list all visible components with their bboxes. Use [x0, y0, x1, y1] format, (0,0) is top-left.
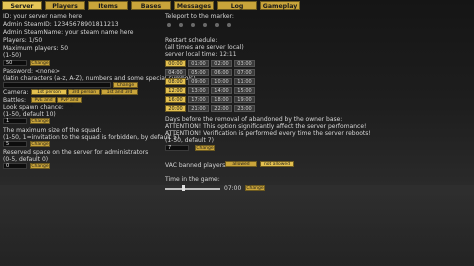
reserve-range: (0-5, default 0) [3, 156, 49, 163]
tab-log[interactable]: Log [217, 1, 257, 10]
admin-steamname: Admin SteamName: your steam name here [3, 29, 134, 36]
game-time-slider[interactable] [165, 188, 220, 190]
squad-label: The maximum size of the squad: [3, 127, 102, 134]
players-count: Players: 1/50 [3, 37, 43, 44]
battles-opt-pve[interactable]: PvE and PvE [31, 97, 56, 109]
restart-time-button[interactable]: 18:00 [211, 96, 232, 103]
restart-time-button[interactable]: 01:00 [188, 60, 209, 67]
teleport-marker-dot[interactable] [203, 23, 207, 27]
vac-not-allowed-button[interactable]: not allowed [260, 161, 294, 167]
game-time-change-button[interactable]: Change [245, 185, 265, 191]
restart-time-button[interactable]: 23:00 [234, 105, 255, 112]
tab-bar: Server Players Items Bases Messages Log … [2, 1, 300, 10]
restart-time-button[interactable]: 10:00 [211, 78, 232, 85]
restart-time-button[interactable]: 16:00 [165, 96, 186, 103]
restart-time-button[interactable]: 22:00 [211, 105, 232, 112]
tab-server[interactable]: Server [2, 1, 42, 10]
restart-time-button[interactable]: 14:00 [211, 87, 232, 94]
game-time-value: 07:00 [224, 185, 242, 192]
restart-time-button[interactable]: 11:00 [234, 78, 255, 85]
teleport-marker-dot[interactable] [179, 23, 183, 27]
spawn-change-button[interactable]: Change [30, 118, 50, 124]
teleport-marker-dot[interactable] [191, 23, 195, 27]
reserve-change-button[interactable]: Change [30, 163, 50, 169]
days-label: Days before the removal of abandoned by … [165, 116, 343, 123]
camera-opt-first[interactable]: 1st person only [31, 89, 67, 101]
teleport-label: Teleport to the marker: [165, 13, 234, 20]
spawn-label: Look spawn chance: [3, 104, 64, 111]
restart-time-button[interactable]: 08:00 [165, 78, 186, 85]
teleport-marker-dot[interactable] [227, 23, 231, 27]
max-players-label: Maximum players: 50 [3, 45, 69, 52]
restart-time-button[interactable]: 21:00 [188, 105, 209, 112]
reserve-field[interactable]: 0 [3, 163, 27, 169]
vac-allowed-button[interactable]: allowed [225, 161, 257, 167]
teleport-marker-dot[interactable] [215, 23, 219, 27]
restart-time-button[interactable]: 05:00 [188, 69, 209, 76]
admin-steamid: Admin SteamID: 12345678901811213 [3, 21, 119, 28]
restart-time-button[interactable]: 06:00 [211, 69, 232, 76]
game-time-label: Time in the game: [165, 176, 220, 183]
squad-note: (1-50, 1=invitation to the squad is forb… [3, 134, 180, 141]
battles-opt-pvp[interactable]: PvP and PvE [57, 97, 82, 109]
server-local-time: server local time: 12:11 [165, 51, 237, 58]
restart-time-button[interactable]: 02:00 [211, 60, 232, 67]
game-time-slider-knob[interactable] [181, 185, 185, 191]
camera-label: Camera: [3, 89, 29, 96]
squad-change-button[interactable]: Change [30, 141, 50, 147]
spawn-range: (1-50, default 10) [3, 111, 56, 118]
restart-time-button[interactable]: 19:00 [234, 96, 255, 103]
restart-time-button[interactable]: 12:00 [165, 87, 186, 94]
tab-items[interactable]: Items [88, 1, 128, 10]
camera-opt-third[interactable]: 3rd person only [68, 89, 100, 101]
attention-1: ATTENTION! This option significantly aff… [165, 123, 367, 130]
password-label: Password: <none> [3, 68, 60, 75]
max-players-change-button[interactable]: Change [30, 60, 50, 66]
days-field[interactable]: 7 [165, 145, 189, 151]
squad-field[interactable]: 5 [3, 141, 27, 147]
days-range: (1-50, default 7) [165, 137, 214, 144]
restart-time-button[interactable]: 20:00 [165, 105, 186, 112]
teleport-marker-dot[interactable] [167, 23, 171, 27]
server-id-line: ID: your server name here [3, 13, 83, 20]
restart-note: (all times are server local) [165, 44, 244, 51]
spawn-field[interactable]: 1 [3, 118, 27, 124]
camera-opt-both[interactable]: 1st and 3rd person [101, 89, 138, 101]
vac-label: VAC banned players: [165, 162, 228, 169]
tab-bases[interactable]: Bases [131, 1, 171, 10]
restart-time-button[interactable]: 03:00 [234, 60, 255, 67]
restart-time-button[interactable]: 04:00 [165, 69, 186, 76]
max-players-range: (1-50) [3, 52, 22, 59]
max-players-field[interactable]: 50 [3, 60, 27, 66]
restart-time-button[interactable]: 13:00 [188, 87, 209, 94]
tab-players[interactable]: Players [45, 1, 85, 10]
restart-label: Restart schedule: [165, 37, 218, 44]
restart-time-button[interactable]: 17:00 [188, 96, 209, 103]
tab-gameplay[interactable]: Gameplay [260, 1, 300, 10]
days-change-button[interactable]: Change [195, 145, 215, 151]
restart-time-button[interactable]: 00:00 [165, 60, 186, 67]
tab-messages[interactable]: Messages [174, 1, 214, 10]
password-change-button[interactable]: Change [113, 82, 138, 88]
battles-label: Battles: [3, 97, 27, 104]
reserve-label: Reserved space on the server for adminis… [3, 149, 149, 156]
restart-time-button[interactable]: 09:00 [188, 78, 209, 85]
password-field[interactable] [3, 82, 111, 88]
attention-2: ATTENTION! Verification is performed eve… [165, 130, 371, 137]
restart-time-button[interactable]: 07:00 [234, 69, 255, 76]
restart-time-button[interactable]: 15:00 [234, 87, 255, 94]
